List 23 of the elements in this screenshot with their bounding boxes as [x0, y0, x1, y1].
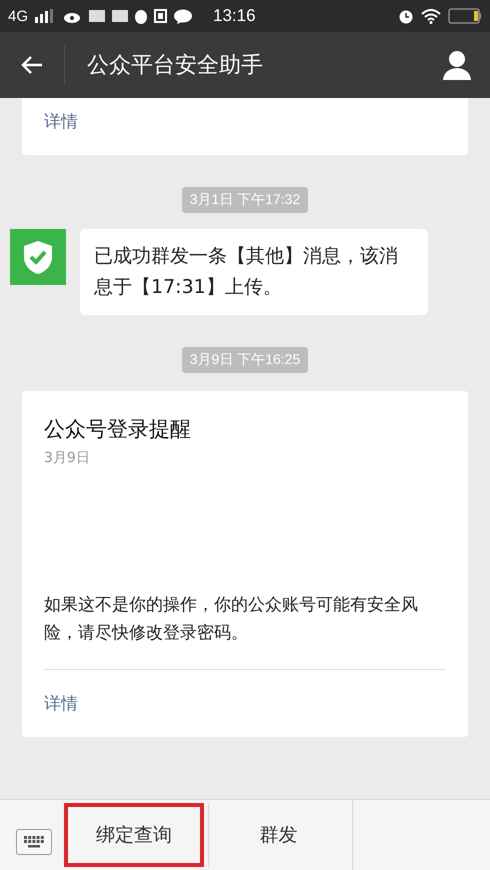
network-label: 4G — [8, 8, 28, 24]
clock-time: 13:16 — [213, 6, 257, 26]
person-icon — [442, 50, 472, 80]
chat-title: 公众平台安全助手 — [86, 52, 264, 80]
timestamp: 3月9日 下午16:25 — [182, 347, 308, 373]
shield-avatar-icon — [10, 229, 66, 285]
keyboard-toggle-button[interactable] — [16, 829, 52, 855]
card-title: 公众号登录提醒 — [44, 416, 192, 443]
menu-tab[interactable]: 绑定查询 — [64, 803, 204, 867]
keyboard-icon — [23, 835, 45, 849]
card-body: 如果这不是你的操作，你的公众账号可能有安全风险，请尽快修改登录密码。 — [44, 591, 446, 670]
message-bubble: 已成功群发一条【其他】消息，该消息于【17:31】上传。 — [80, 229, 428, 315]
wifi-icon — [421, 8, 441, 24]
back-arrow-icon — [20, 55, 44, 75]
timestamp: 3月1日 下午17:32 — [182, 187, 308, 213]
app-icon — [154, 9, 168, 23]
menu-tab[interactable]: 群发 — [208, 803, 348, 867]
chat-icon — [174, 8, 192, 24]
details-link[interactable]: 详情 — [44, 694, 78, 714]
alarm-icon — [398, 8, 414, 24]
details-link[interactable]: 详情 — [44, 112, 78, 132]
battery-icon — [448, 8, 482, 24]
card-date: 3月9日 — [44, 449, 91, 467]
